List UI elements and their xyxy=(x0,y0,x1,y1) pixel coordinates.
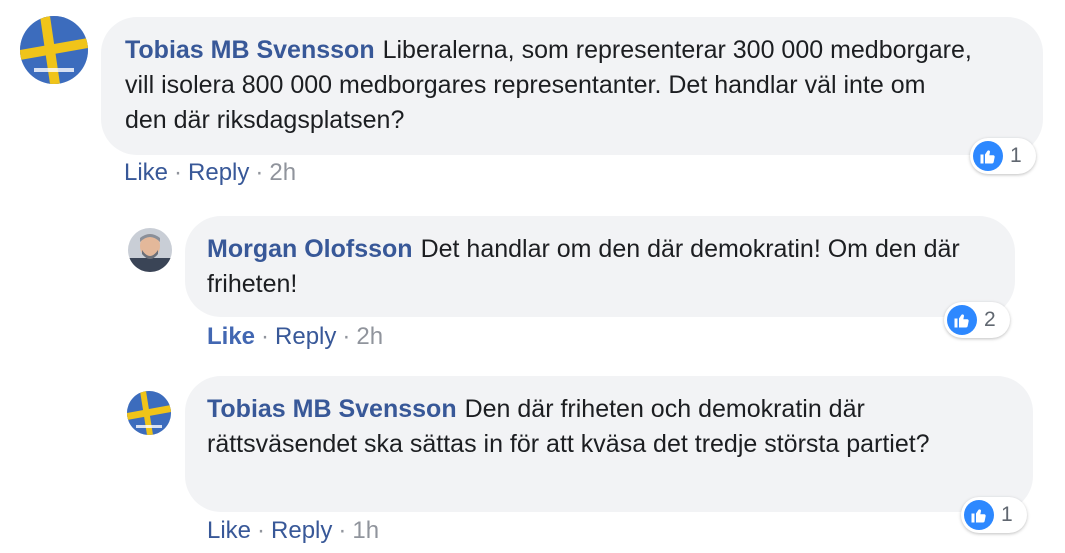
separator: · xyxy=(255,159,264,186)
reaction-badge[interactable]: 1 xyxy=(970,138,1036,174)
timestamp[interactable]: 2h xyxy=(356,323,383,350)
reaction-badge[interactable]: 1 xyxy=(961,497,1027,533)
avatar[interactable] xyxy=(127,391,171,435)
thumbs-up-icon xyxy=(964,500,994,530)
separator: · xyxy=(257,517,266,544)
avatar[interactable] xyxy=(20,16,88,84)
comment-actions: Like · Reply · 2h xyxy=(124,159,296,187)
comment-bubble: Morgan Olofsson Det handlar om den där de… xyxy=(185,216,1015,317)
reaction-count: 2 xyxy=(984,308,996,331)
separator: · xyxy=(338,517,347,544)
like-link[interactable]: Like xyxy=(124,159,168,186)
reply-link[interactable]: Reply xyxy=(271,517,332,544)
reaction-count: 1 xyxy=(1001,503,1013,526)
comment-author[interactable]: Tobias MB Svensson xyxy=(125,36,375,64)
separator: · xyxy=(261,323,270,350)
comment-bubble: Tobias MB Svensson Den där friheten och d… xyxy=(185,376,1033,512)
person-avatar xyxy=(128,228,172,272)
like-link[interactable]: Like xyxy=(207,517,251,544)
reply-link[interactable]: Reply xyxy=(275,323,336,350)
reply-link[interactable]: Reply xyxy=(188,159,249,186)
reaction-count: 1 xyxy=(1010,144,1022,167)
comment-author[interactable]: Morgan Olofsson xyxy=(207,235,413,263)
swedish-flag-avatar xyxy=(20,16,88,84)
comment-actions: Like · Reply · 1h xyxy=(207,517,379,545)
thumbs-up-icon xyxy=(947,305,977,335)
separator: · xyxy=(342,323,351,350)
timestamp[interactable]: 1h xyxy=(352,517,379,544)
reaction-badge[interactable]: 2 xyxy=(944,302,1010,338)
timestamp[interactable]: 2h xyxy=(269,159,296,186)
thumbs-up-icon xyxy=(973,141,1003,171)
comment-author[interactable]: Tobias MB Svensson xyxy=(207,395,457,423)
swedish-flag-avatar xyxy=(127,391,171,435)
comment-actions: Like · Reply · 2h xyxy=(207,323,383,351)
like-link[interactable]: Like xyxy=(207,323,255,350)
separator: · xyxy=(174,159,183,186)
avatar[interactable] xyxy=(128,228,172,272)
comment-bubble: Tobias MB Svensson Liberalerna, som repre… xyxy=(101,17,1043,155)
